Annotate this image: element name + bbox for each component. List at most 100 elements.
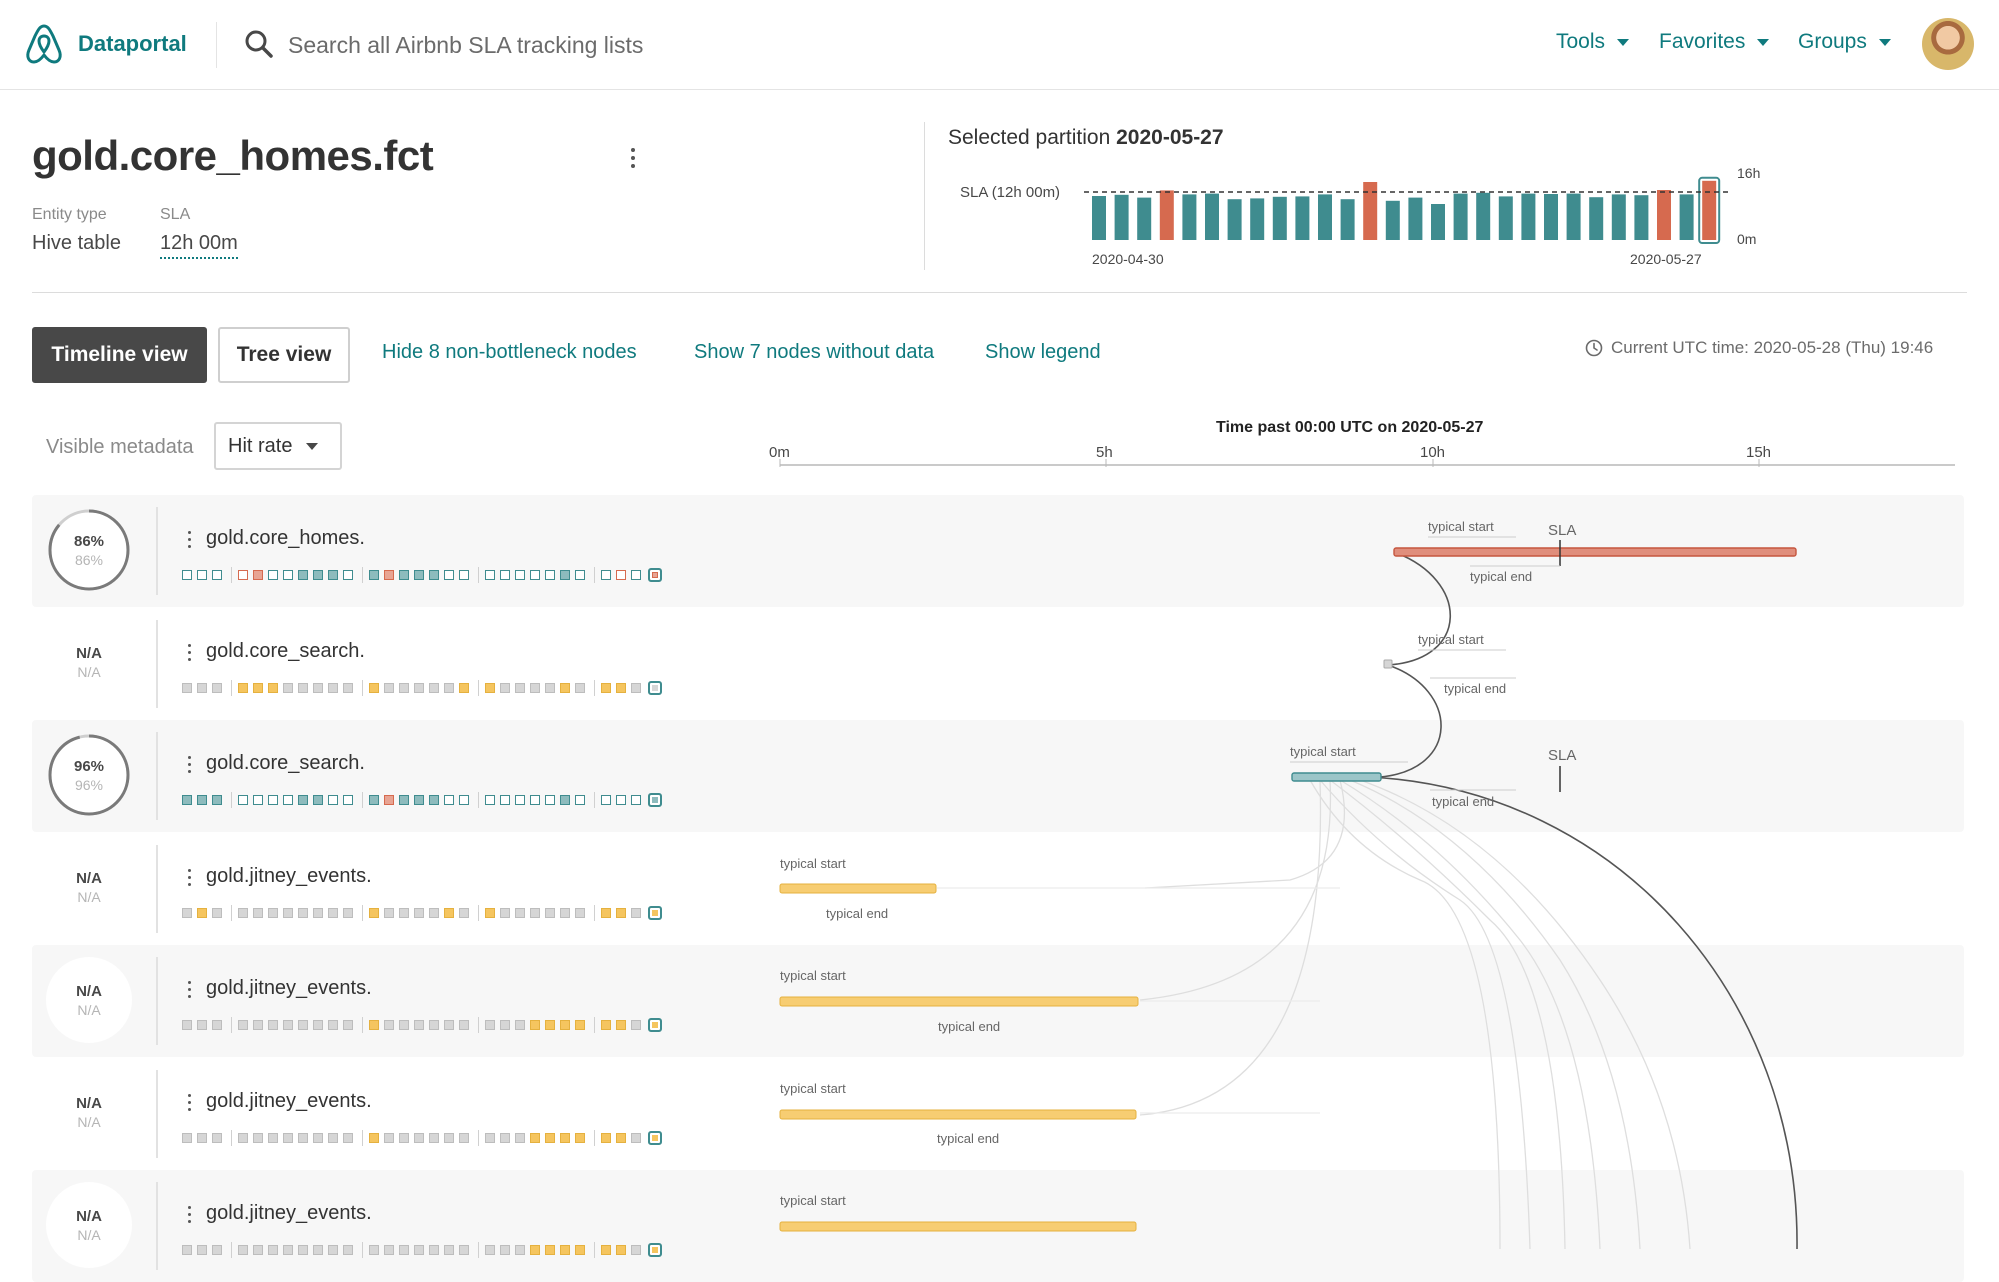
partition-status-square[interactable] (253, 1245, 263, 1255)
partition-bar[interactable] (1295, 196, 1310, 240)
partition-status-square[interactable] (298, 907, 308, 918)
partition-bar[interactable] (1544, 194, 1558, 240)
partition-status-square[interactable] (283, 907, 293, 918)
partition-status-square[interactable] (485, 795, 495, 805)
partition-status-square[interactable] (238, 907, 248, 918)
partition-bar[interactable] (1250, 198, 1265, 240)
partition-status-square[interactable] (268, 682, 278, 693)
partition-status-square[interactable] (530, 570, 540, 580)
partition-bar[interactable] (1114, 194, 1129, 240)
partition-status-square[interactable] (444, 682, 454, 693)
partition-status-square[interactable] (328, 570, 338, 580)
partition-status-square[interactable] (238, 570, 248, 580)
partition-status-square[interactable] (444, 570, 454, 580)
partition-status-square[interactable] (197, 1245, 207, 1255)
partition-status-square[interactable] (444, 795, 454, 805)
partition-status-square[interactable] (616, 1020, 626, 1030)
partition-status-square[interactable] (560, 682, 570, 693)
selected-partition-square[interactable] (648, 1130, 662, 1145)
partition-status-square[interactable] (182, 682, 192, 693)
lineage-row[interactable]: N/A N/A gold.jitney_events. (32, 1170, 1964, 1282)
partition-status-square[interactable] (384, 907, 394, 918)
dataportal-home-link[interactable]: Dataportal (24, 22, 187, 66)
row-options-icon[interactable] (188, 981, 191, 998)
partition-status-square[interactable] (182, 570, 192, 580)
partition-status-square[interactable] (515, 682, 525, 693)
lineage-row[interactable]: N/A N/A gold.jitney_events. (32, 945, 1964, 1057)
partition-status-square[interactable] (429, 795, 439, 805)
partition-status-square[interactable] (197, 907, 207, 918)
partition-bar[interactable] (1159, 190, 1174, 240)
partition-status-square[interactable] (212, 907, 222, 918)
partition-status-square[interactable] (212, 1245, 222, 1255)
partition-status-square[interactable] (253, 682, 263, 693)
partition-status-square[interactable] (530, 682, 540, 693)
partition-status-square[interactable] (485, 907, 495, 918)
selected-partition-square[interactable] (648, 793, 662, 807)
partition-bar[interactable] (1363, 182, 1378, 240)
partition-status-square[interactable] (298, 682, 308, 693)
partition-status-square[interactable] (384, 1020, 394, 1030)
partition-status-square[interactable] (545, 907, 555, 918)
partition-status-square[interactable] (268, 907, 278, 918)
partition-bar[interactable] (1205, 193, 1219, 240)
partition-status-square[interactable] (515, 907, 525, 918)
partition-status-square[interactable] (343, 795, 353, 805)
node-name[interactable]: gold.core_homes. (206, 527, 365, 550)
lineage-row[interactable]: 86% 86% gold.core_homes. (32, 495, 1964, 607)
partition-status-square[interactable] (459, 570, 469, 580)
partition-bar[interactable] (1702, 180, 1717, 240)
partition-status-square[interactable] (601, 1020, 611, 1030)
partition-status-square[interactable] (238, 795, 248, 805)
partition-status-square[interactable] (399, 682, 409, 693)
partition-status-square[interactable] (328, 682, 338, 693)
partition-status-square[interactable] (328, 1132, 338, 1143)
partition-status-square[interactable] (369, 682, 379, 693)
row-options-icon[interactable] (188, 1093, 191, 1111)
partition-status-square[interactable] (560, 907, 570, 918)
partition-status-square[interactable] (197, 1020, 207, 1030)
partition-status-square[interactable] (313, 1020, 323, 1030)
partition-status-square[interactable] (298, 795, 308, 805)
partition-status-square[interactable] (283, 1020, 293, 1030)
partition-status-square[interactable] (530, 1020, 540, 1030)
timeline-view-button[interactable]: Timeline view (32, 327, 207, 383)
partition-status-square[interactable] (197, 795, 207, 805)
partition-status-square[interactable] (631, 1132, 641, 1143)
partition-status-square[interactable] (459, 682, 469, 693)
partition-status-square[interactable] (399, 1020, 409, 1030)
partition-bar[interactable] (1272, 196, 1287, 240)
partition-status-square[interactable] (399, 795, 409, 805)
partition-status-square[interactable] (369, 570, 379, 580)
partition-status-square[interactable] (253, 1020, 263, 1030)
lineage-row[interactable]: N/A N/A gold.jitney_events. (32, 833, 1964, 945)
lineage-row[interactable]: N/A N/A gold.jitney_events. (32, 1058, 1964, 1170)
partition-bar[interactable] (1634, 195, 1649, 240)
partition-status-square[interactable] (197, 570, 207, 580)
partition-status-square[interactable] (399, 907, 409, 918)
partition-status-square[interactable] (429, 907, 439, 918)
partition-status-square[interactable] (369, 1245, 379, 1255)
partition-status-square[interactable] (459, 1132, 469, 1143)
partition-status-square[interactable] (298, 570, 308, 580)
partition-status-square[interactable] (560, 1020, 570, 1030)
selected-partition-square[interactable] (648, 680, 662, 695)
partition-status-square[interactable] (560, 795, 570, 805)
favorites-menu[interactable]: Favorites (1659, 30, 1770, 54)
partition-status-square[interactable] (459, 907, 469, 918)
partition-status-square[interactable] (631, 907, 641, 918)
show-legend-link[interactable]: Show legend (985, 341, 1101, 364)
user-avatar[interactable] (1922, 18, 1974, 70)
partition-status-square[interactable] (444, 907, 454, 918)
partition-status-square[interactable] (283, 682, 293, 693)
partition-bar[interactable] (1589, 197, 1604, 240)
partition-bar[interactable] (1318, 194, 1332, 240)
partition-status-square[interactable] (616, 570, 626, 580)
partition-status-square[interactable] (575, 1020, 585, 1030)
row-options-icon[interactable] (188, 643, 191, 661)
hide-non-bottleneck-link[interactable]: Hide 8 non-bottleneck nodes (382, 341, 637, 364)
partition-status-square[interactable] (515, 570, 525, 580)
partition-bar[interactable] (1182, 194, 1197, 240)
partition-status-square[interactable] (384, 795, 394, 805)
partition-status-square[interactable] (182, 1020, 192, 1030)
